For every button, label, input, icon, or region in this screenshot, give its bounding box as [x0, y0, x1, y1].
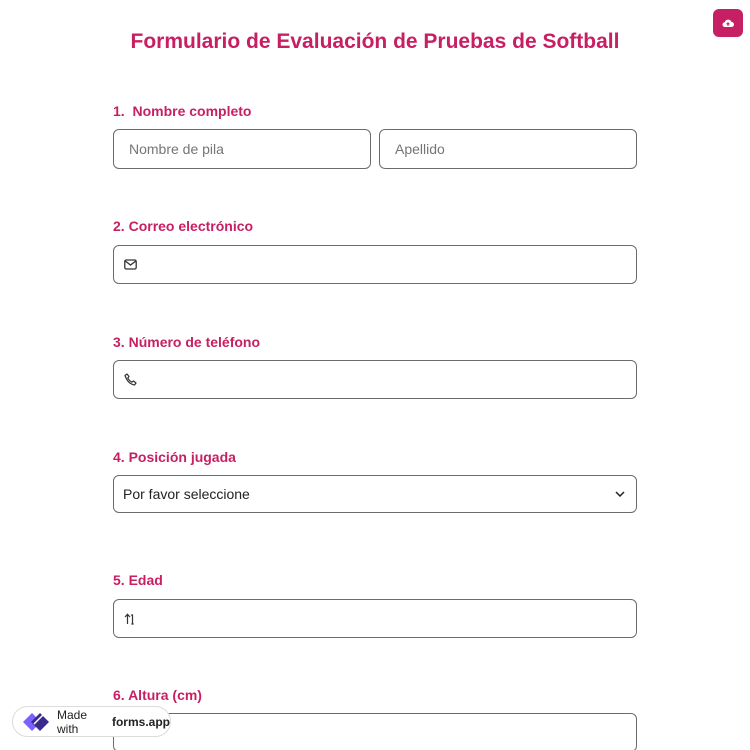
first-name-placeholder: Nombre de pila — [129, 141, 224, 157]
phone-input[interactable] — [113, 360, 637, 399]
question-1-label: 1. Nombre completo — [113, 103, 252, 119]
first-name-input[interactable]: Nombre de pila — [113, 129, 371, 169]
question-2-label: 2. Correo electrónico — [113, 218, 254, 234]
height-input[interactable] — [113, 713, 637, 750]
question-5-label: 5. Edad — [113, 572, 163, 588]
form-title: Formulario de Evaluación de Pruebas de S… — [130, 30, 620, 53]
mail-icon — [124, 259, 137, 270]
forms-app-logo-icon — [21, 711, 51, 733]
phone-icon — [124, 373, 137, 386]
position-select[interactable]: Por favor seleccione — [113, 475, 637, 513]
last-name-placeholder: Apellido — [395, 141, 445, 157]
cloud-upload-icon — [722, 19, 734, 28]
number-sort-icon — [124, 612, 134, 625]
email-input[interactable] — [113, 245, 637, 284]
question-3-label: 3. Número de teléfono — [113, 334, 261, 350]
question-6-label: 6. Altura (cm) — [113, 687, 202, 703]
last-name-input[interactable]: Apellido — [379, 129, 637, 169]
made-with-badge[interactable]: Made with forms.app — [12, 706, 171, 737]
position-select-value: Por favor seleccione — [123, 486, 250, 502]
badge-prefix: Made with — [57, 707, 88, 736]
age-input[interactable] — [113, 599, 637, 638]
question-4-label: 4. Posición jugada — [113, 449, 236, 465]
chevron-down-icon — [615, 491, 625, 497]
badge-brand: forms.app — [111, 714, 170, 729]
